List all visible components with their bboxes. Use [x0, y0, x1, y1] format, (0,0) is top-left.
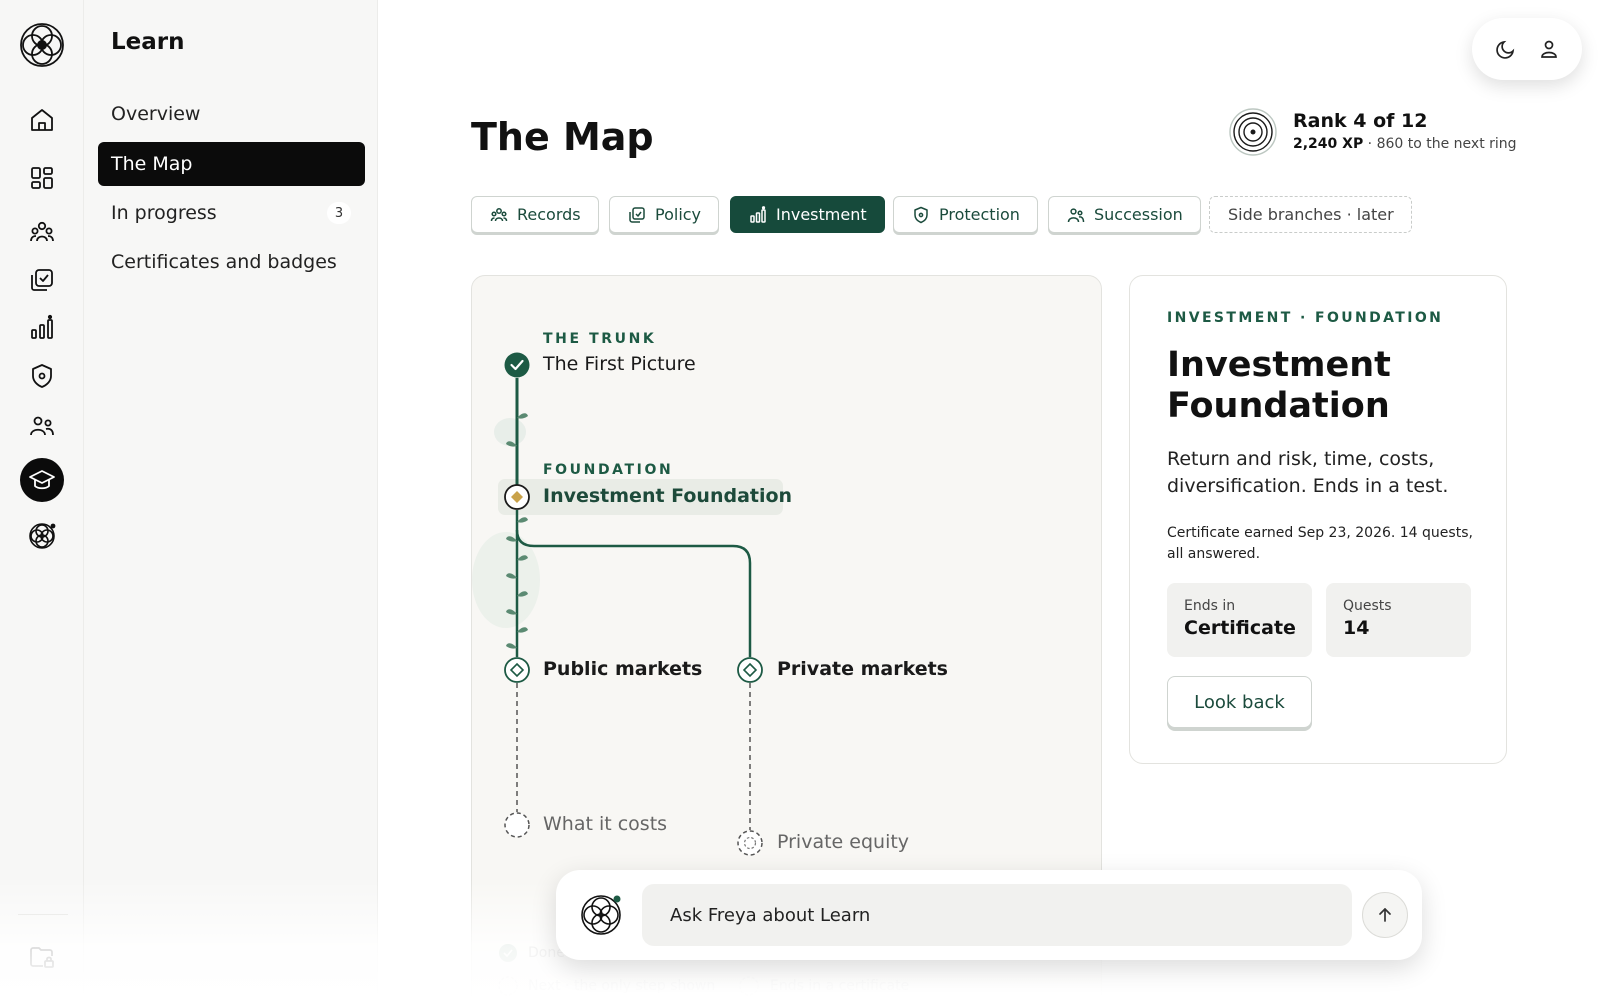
icon-rail — [0, 0, 84, 1000]
stat-quests: Quests 14 — [1326, 583, 1471, 657]
family-icon — [1067, 207, 1085, 222]
page-title: The Map — [471, 115, 654, 159]
rail-policy-button[interactable] — [20, 258, 64, 302]
rail-chart-button[interactable] — [20, 306, 64, 350]
chart-icon — [750, 205, 766, 223]
node-private-markets[interactable]: Private markets — [777, 658, 948, 680]
tab-protection[interactable]: Protection — [893, 196, 1038, 233]
chart-icon — [31, 314, 53, 339]
dashboard-icon — [31, 167, 53, 189]
stat-value: 14 — [1343, 617, 1370, 639]
tab-label: Records — [517, 205, 581, 224]
legend-certificate: Ends in a certificate — [770, 978, 910, 994]
rail-dashboard-button[interactable] — [20, 156, 64, 200]
profile-button[interactable] — [1534, 34, 1564, 64]
people-icon — [30, 221, 54, 242]
rail-freya-button[interactable] — [20, 514, 64, 558]
detail-description: Return and risk, time, costs, diversific… — [1167, 448, 1449, 497]
people-icon — [490, 207, 508, 221]
dark-mode-toggle[interactable] — [1491, 34, 1521, 64]
stat-key: Ends in — [1184, 598, 1236, 614]
node-the-first-picture[interactable]: The First Picture — [543, 353, 696, 375]
freya-logo-icon[interactable] — [19, 22, 65, 68]
tab-label: Side branches · later — [1228, 205, 1394, 224]
user-icon — [1540, 40, 1557, 58]
detail-title: Investment Foundation — [1167, 345, 1391, 426]
node-investment-foundation[interactable]: Investment Foundation — [543, 485, 792, 507]
legend-next: Next · the only step shown — [528, 978, 716, 994]
rail-family-button[interactable] — [20, 404, 64, 448]
nav-item-the-map[interactable]: The Map — [98, 142, 365, 186]
nav-item-in-progress[interactable]: In progress 3 — [98, 191, 365, 235]
node-what-it-costs[interactable]: What it costs — [543, 813, 667, 835]
policy-icon — [629, 206, 645, 223]
stat-key: Quests — [1343, 598, 1392, 614]
locked-folder-icon — [30, 947, 54, 968]
tab-records[interactable]: Records — [471, 196, 599, 233]
policy-icon — [31, 269, 53, 291]
tab-side-branches[interactable]: Side branches · later — [1209, 196, 1412, 233]
family-icon — [30, 416, 54, 436]
foundation-kicker: FOUNDATION — [543, 462, 674, 478]
tab-label: Protection — [939, 205, 1020, 224]
tab-label: Succession — [1094, 205, 1183, 224]
graduation-cap-icon — [29, 470, 55, 490]
nav-item-label: The Map — [111, 153, 193, 175]
rail-people-button[interactable] — [20, 210, 64, 254]
in-progress-count-badge: 3 — [327, 202, 351, 224]
tab-investment[interactable]: Investment — [730, 196, 885, 233]
rail-learn-button[interactable] — [20, 458, 64, 502]
moon-icon — [1495, 40, 1514, 59]
ask-freya-bar: Ask Freya about Learn — [556, 870, 1422, 960]
learn-nav-panel: Learn Overview The Map In progress 3 Cer… — [84, 0, 378, 1000]
rail-protection-button[interactable] — [20, 354, 64, 398]
next-ring-text: · 860 to the next ring — [1363, 136, 1517, 152]
tab-label: Policy — [655, 205, 702, 224]
nav-item-label: Overview — [111, 103, 201, 125]
freya-icon — [29, 523, 56, 549]
nav-title: Learn — [111, 29, 185, 55]
certificate-note: Certificate earned Sep 23, 2026. 14 ques… — [1167, 525, 1473, 562]
look-back-button[interactable]: Look back — [1167, 676, 1312, 728]
rank-progress: 2,240 XP · 860 to the next ring — [1293, 136, 1517, 152]
nav-item-certificates[interactable]: Certificates and badges — [98, 240, 365, 284]
ask-freya-input[interactable]: Ask Freya about Learn — [642, 884, 1352, 946]
tab-policy[interactable]: Policy — [609, 196, 720, 233]
shield-icon — [914, 206, 928, 223]
detail-kicker: INVESTMENT · FOUNDATION — [1167, 310, 1444, 326]
node-detail-card: INVESTMENT · FOUNDATION Investment Found… — [1129, 275, 1507, 764]
top-actions — [1472, 18, 1582, 80]
nav-item-label: Certificates and badges — [111, 251, 337, 273]
arrow-up-icon — [1379, 908, 1391, 922]
stat-value: Certificate — [1184, 617, 1296, 639]
freya-icon — [581, 895, 621, 935]
home-icon — [31, 109, 53, 131]
rank-title: Rank 4 of 12 — [1293, 110, 1428, 132]
tab-label: Investment — [776, 205, 867, 224]
stat-ends-in: Ends in Certificate — [1167, 583, 1312, 657]
send-button[interactable] — [1362, 892, 1408, 938]
trunk-kicker: THE TRUNK — [543, 331, 657, 347]
nav-item-overview[interactable]: Overview — [98, 92, 365, 136]
rank-rings-icon — [1229, 108, 1277, 156]
node-private-equity[interactable]: Private equity — [777, 831, 909, 853]
node-public-markets[interactable]: Public markets — [543, 658, 702, 680]
xp-value: 2,240 XP — [1293, 136, 1364, 152]
rail-vault-button[interactable] — [20, 934, 64, 978]
shield-icon — [32, 364, 52, 388]
tab-succession[interactable]: Succession — [1048, 196, 1201, 233]
rail-home-button[interactable] — [20, 98, 64, 142]
nav-item-label: In progress — [111, 202, 217, 224]
rail-divider — [18, 914, 68, 915]
